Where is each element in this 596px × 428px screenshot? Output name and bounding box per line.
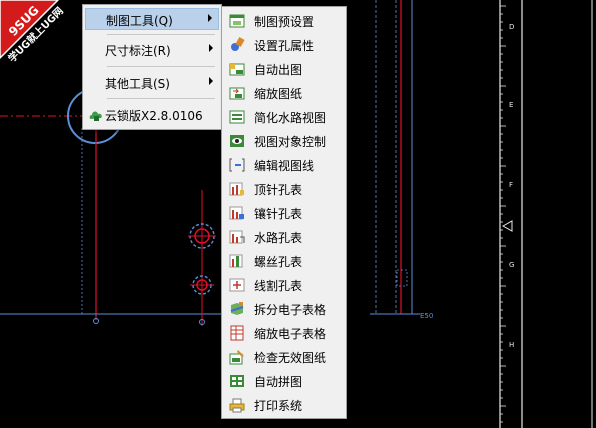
auto-layout-icon — [230, 375, 244, 387]
menu-separator — [107, 66, 215, 67]
menu-item-label: 制图工具(Q) — [106, 14, 173, 28]
submenu-item-label: 线割孔表 — [254, 279, 303, 293]
insert-pin-table-icon — [229, 206, 244, 220]
submenu-item-check-drawing[interactable]: 检查无效图纸 — [224, 345, 344, 369]
submenu-item-scale-sheet[interactable]: 缩放电子表格 — [224, 321, 344, 345]
edit-view-line-icon — [229, 158, 245, 172]
dimension-label-e50: E50 — [420, 312, 433, 320]
submenu-item-ejector-table[interactable]: 顶针孔表 — [224, 177, 344, 201]
submenu-item-insert-pin-table[interactable]: 镶针孔表 — [224, 201, 344, 225]
drawing-tools-submenu: 制图预设置 设置孔属性 自动出图 缩放图纸 简化水路视图 视图对象控制 编辑视图… — [221, 6, 347, 419]
submenu-item-auto-drawing[interactable]: 自动出图 — [224, 57, 344, 81]
submenu-item-label: 镶针孔表 — [254, 207, 303, 221]
auto-drawing-icon — [229, 63, 245, 76]
menu-item-dimension[interactable]: 尺寸标注(R) — [85, 39, 219, 61]
watermark-badge: 9SUG 学UG就上UG网 — [0, 0, 84, 84]
hole-attribute-icon — [231, 37, 245, 51]
submenu-item-hole-attribute[interactable]: 设置孔属性 — [224, 33, 344, 57]
submenu-item-label: 打印系统 — [254, 399, 303, 413]
submenu-item-label: 缩放电子表格 — [254, 327, 327, 341]
menu-item-drawing-tools[interactable]: 制图工具(Q) — [85, 8, 219, 30]
submenu-item-label: 螺丝孔表 — [254, 255, 303, 269]
submenu-item-label: 检查无效图纸 — [254, 351, 327, 365]
badge-ribbon-icon: 9SUG 学UG就上UG网 — [0, 0, 66, 65]
ejector-table-icon — [229, 182, 244, 196]
submenu-item-label: 水路孔表 — [254, 231, 303, 245]
menu-item-other-tools[interactable]: 其他工具(S) — [85, 72, 219, 94]
submenu-item-wire-cut-table[interactable]: 线割孔表 — [224, 273, 344, 297]
submenu-item-edit-view-line[interactable]: 编辑视图线 — [224, 153, 344, 177]
ruler-label-g: G — [509, 261, 514, 269]
scale-sheet-icon — [230, 325, 244, 341]
menu-item-label: 尺寸标注(R) — [105, 44, 171, 58]
frame-center-marker — [501, 220, 513, 232]
view-object-icon — [230, 135, 244, 147]
submenu-item-label: 自动出图 — [254, 63, 303, 77]
submenu-arrow-icon — [209, 44, 213, 52]
submenu-item-auto-layout[interactable]: 自动拼图 — [224, 369, 344, 393]
submenu-item-screw-hole-table[interactable]: 螺丝孔表 — [224, 249, 344, 273]
submenu-item-split-sheet[interactable]: 拆分电子表格 — [224, 297, 344, 321]
submenu-item-water-hole-table[interactable]: 水路孔表 — [224, 225, 344, 249]
submenu-item-view-object[interactable]: 视图对象控制 — [224, 129, 344, 153]
ruler-label-f: F — [509, 181, 513, 189]
menu-separator — [107, 34, 215, 35]
submenu-item-label: 视图对象控制 — [254, 135, 327, 149]
check-drawing-icon — [229, 350, 244, 365]
submenu-item-label: 简化水路视图 — [254, 111, 327, 125]
submenu-item-label: 自动拼图 — [254, 375, 303, 389]
menu-item-label: 其他工具(S) — [105, 77, 170, 91]
menu-item-label: 云锁版X2.8.0106 — [105, 109, 203, 123]
submenu-item-water-view[interactable]: 简化水路视图 — [224, 105, 344, 129]
ruler-label-h: H — [509, 341, 514, 349]
drawing-preset-icon — [229, 14, 245, 28]
split-sheet-icon — [230, 302, 244, 315]
cloud-lock-icon — [89, 111, 102, 121]
menu-separator — [107, 98, 215, 99]
wire-cut-table-icon — [229, 278, 245, 292]
ruler-label-d: D — [509, 23, 514, 31]
submenu-item-label: 设置孔属性 — [254, 39, 315, 53]
submenu-item-print[interactable]: 打印系统 — [224, 393, 344, 417]
submenu-arrow-icon — [208, 14, 212, 22]
hole-profile-right — [396, 269, 408, 287]
submenu-item-label: 缩放图纸 — [254, 87, 303, 101]
scale-drawing-icon — [229, 87, 245, 100]
submenu-item-label: 拆分电子表格 — [254, 303, 327, 317]
menu-item-version[interactable]: 云锁版X2.8.0106 — [85, 104, 219, 126]
submenu-item-drawing-preset[interactable]: 制图预设置 — [224, 9, 344, 33]
submenu-item-label: 制图预设置 — [254, 15, 315, 29]
frame-ruler — [500, 5, 506, 423]
submenu-item-scale-drawing[interactable]: 缩放图纸 — [224, 81, 344, 105]
water-hole-table-icon — [229, 230, 245, 244]
main-context-menu: 制图工具(Q) 尺寸标注(R) 其他工具(S) 云锁版X2.8.0106 — [82, 4, 222, 130]
submenu-item-label: 顶针孔表 — [254, 183, 303, 197]
screw-hole-table-icon — [229, 254, 243, 268]
submenu-item-label: 编辑视图线 — [254, 159, 315, 173]
water-view-icon — [229, 110, 245, 124]
print-icon — [229, 398, 245, 413]
submenu-arrow-icon — [209, 77, 213, 85]
ruler-label-e: E — [509, 101, 513, 109]
